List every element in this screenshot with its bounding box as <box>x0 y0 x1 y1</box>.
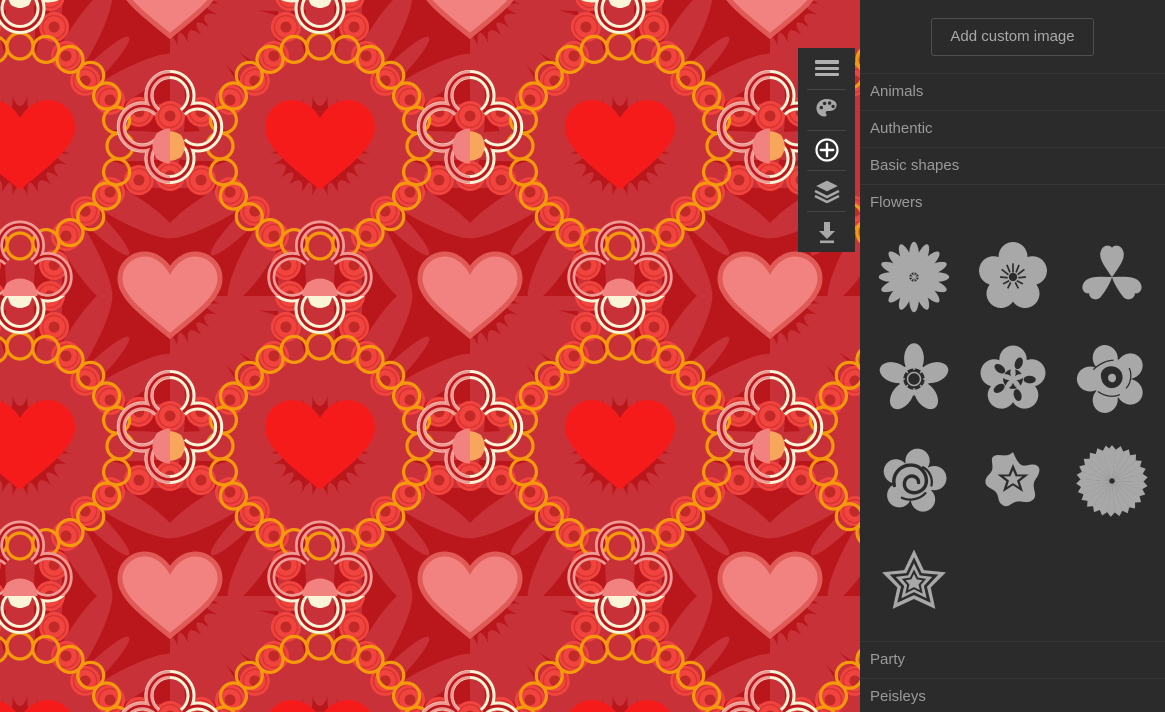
shape-four-heart-petal[interactable] <box>1062 227 1161 327</box>
category-animals[interactable]: Animals <box>860 73 1165 110</box>
shape-narcissus[interactable] <box>864 329 963 429</box>
pattern-canvas[interactable] <box>0 0 860 712</box>
add-shape-icon[interactable] <box>798 129 855 171</box>
shape-daisy-many-petal-glyph <box>878 241 949 313</box>
pattern-preview <box>0 0 860 712</box>
shape-star-flower[interactable] <box>963 431 1062 531</box>
category-peisleys[interactable]: Peisleys <box>860 678 1165 712</box>
shape-four-heart-petal-glyph <box>1081 245 1142 300</box>
shape-rose-cluster[interactable] <box>1062 329 1161 429</box>
canvas-toolbar <box>798 48 855 252</box>
shape-star-flower-glyph <box>984 452 1039 507</box>
palette-icon[interactable] <box>798 88 855 130</box>
add-custom-image-wrap: Add custom image <box>860 0 1165 73</box>
plus-circle-glyph <box>814 138 839 162</box>
category-party[interactable]: Party <box>860 641 1165 678</box>
download-glyph <box>818 221 835 243</box>
shape-poppy-blossom-glyph <box>978 242 1047 309</box>
shape-rose-cluster-glyph <box>1076 345 1143 413</box>
pattern-fill <box>0 0 860 712</box>
add-custom-image-button[interactable]: Add custom image <box>931 18 1094 56</box>
menu-icon[interactable] <box>798 48 855 89</box>
shape-outlined-star-flower-glyph <box>881 549 946 609</box>
download-icon[interactable] <box>798 211 855 252</box>
layers-icon[interactable] <box>798 170 855 211</box>
layers-glyph <box>813 179 840 203</box>
shape-aster-glyph <box>1075 445 1148 517</box>
category-flowers[interactable]: Flowers <box>860 184 1165 221</box>
shape-outlined-star-flower[interactable] <box>864 533 963 633</box>
shape-poppy-blossom[interactable] <box>963 227 1062 327</box>
shape-aster[interactable] <box>1062 431 1161 531</box>
category-authentic[interactable]: Authentic <box>860 110 1165 147</box>
shape-library-panel: Add custom image Animals Authentic Basic… <box>860 0 1165 712</box>
shape-rose-spiral-glyph <box>883 448 946 512</box>
palette-glyph <box>816 99 837 117</box>
flower-shape-grid <box>860 221 1165 641</box>
category-basic-shapes[interactable]: Basic shapes <box>860 147 1165 184</box>
shape-daisy-many-petal[interactable] <box>864 227 963 327</box>
shape-narcissus-glyph <box>879 343 948 410</box>
shape-five-petal-cutout-glyph <box>980 345 1045 409</box>
shape-rose-spiral[interactable] <box>864 431 963 531</box>
shape-five-petal-cutout[interactable] <box>963 329 1062 429</box>
pattern-editor-app: Add custom image Animals Authentic Basic… <box>0 0 1165 712</box>
hamburger-bars <box>814 60 839 77</box>
